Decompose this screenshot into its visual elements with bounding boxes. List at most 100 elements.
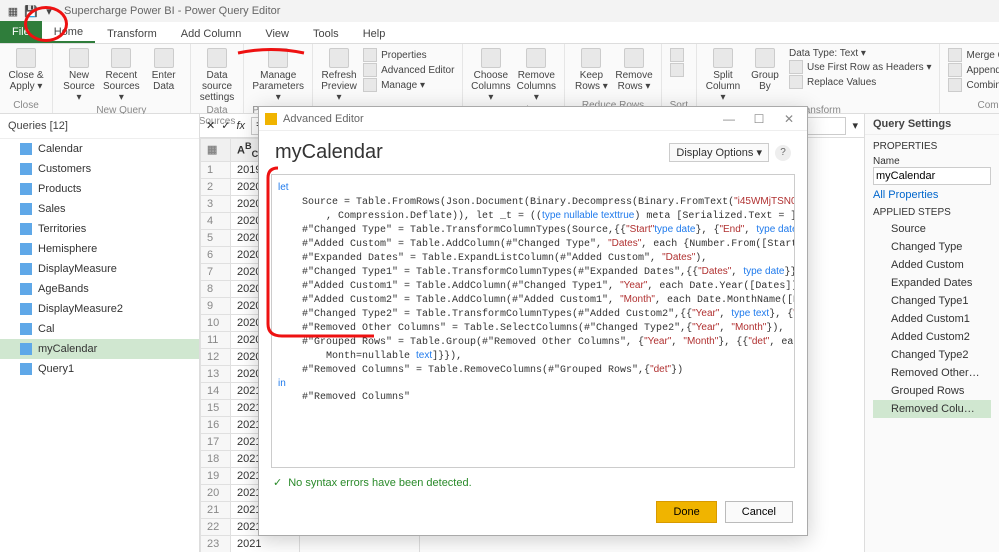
applied-step[interactable]: Source bbox=[873, 220, 991, 238]
query-item[interactable]: Sales bbox=[0, 199, 199, 219]
group-by-button[interactable]: Group By bbox=[747, 48, 783, 92]
query-name-input[interactable] bbox=[873, 167, 991, 185]
applied-steps-list[interactable]: SourceChanged TypeAdded CustomExpanded D… bbox=[873, 220, 991, 418]
sort-desc-button[interactable] bbox=[670, 63, 684, 77]
applied-step[interactable]: Changed Type bbox=[873, 238, 991, 256]
row-number: 19 bbox=[201, 467, 231, 484]
syntax-message: No syntax errors have been detected. bbox=[288, 477, 471, 489]
row-number: 20 bbox=[201, 484, 231, 501]
query-item[interactable]: Customers bbox=[0, 159, 199, 179]
applied-step[interactable]: Expanded Dates bbox=[873, 274, 991, 292]
dropdown-icon[interactable]: ▾ bbox=[42, 4, 56, 18]
replace-values-button[interactable]: Replace Values bbox=[789, 75, 932, 89]
maximize-icon[interactable]: ☐ bbox=[747, 112, 771, 126]
query-item[interactable]: Calendar bbox=[0, 139, 199, 159]
query-item[interactable]: Query1 bbox=[0, 359, 199, 379]
group-close-label: Close bbox=[8, 100, 44, 111]
ribbon: Close & Apply ▾ Close New Source ▾ Recen… bbox=[0, 44, 999, 114]
applied-step[interactable]: Grouped Rows bbox=[873, 382, 991, 400]
name-label: Name bbox=[873, 156, 991, 167]
tab-view[interactable]: View bbox=[253, 25, 301, 43]
cancel-button[interactable]: Cancel bbox=[725, 501, 793, 523]
append-queries-button[interactable]: Append Queries ▾ bbox=[948, 63, 999, 77]
row-number: 5 bbox=[201, 229, 231, 246]
done-button[interactable]: Done bbox=[656, 501, 716, 523]
applied-steps-label: APPLIED STEPS bbox=[873, 207, 991, 218]
close-apply-button[interactable]: Close & Apply ▾ bbox=[8, 48, 44, 92]
advanced-editor-button[interactable]: Advanced Editor bbox=[363, 63, 454, 77]
display-options-dropdown[interactable]: Display Options ▾ bbox=[669, 143, 769, 162]
close-formula-icon[interactable]: ✕ bbox=[206, 119, 215, 132]
dialog-title: Advanced Editor bbox=[283, 113, 364, 125]
sort-asc-button[interactable] bbox=[670, 48, 684, 62]
tab-tools[interactable]: Tools bbox=[301, 25, 351, 43]
manage-button[interactable]: Manage ▾ bbox=[363, 78, 454, 92]
cell-year[interactable]: 2021 bbox=[231, 535, 300, 552]
new-source-button[interactable]: New Source ▾ bbox=[61, 48, 97, 103]
row-number: 22 bbox=[201, 518, 231, 535]
save-icon[interactable]: 💾 bbox=[24, 4, 38, 18]
dialog-heading: myCalendar bbox=[275, 141, 383, 164]
row-number: 16 bbox=[201, 416, 231, 433]
query-item[interactable]: Hemisphere bbox=[0, 239, 199, 259]
data-type-dropdown[interactable]: Data Type: Text ▾ bbox=[789, 48, 932, 59]
row-number: 4 bbox=[201, 212, 231, 229]
choose-columns-button[interactable]: Choose Columns ▾ bbox=[471, 48, 510, 103]
all-properties-link[interactable]: All Properties bbox=[873, 189, 991, 201]
query-item[interactable]: DisplayMeasure bbox=[0, 259, 199, 279]
tab-home[interactable]: Home bbox=[42, 23, 95, 43]
applied-step[interactable]: Added Custom1 bbox=[873, 310, 991, 328]
close-dialog-icon[interactable]: ✕ bbox=[777, 112, 801, 126]
applied-step[interactable]: Changed Type2 bbox=[873, 346, 991, 364]
applied-step[interactable]: Added Custom2 bbox=[873, 328, 991, 346]
recent-sources-button[interactable]: Recent Sources ▾ bbox=[103, 48, 140, 103]
row-number: 17 bbox=[201, 433, 231, 450]
quick-access-toolbar: ▦ 💾 ▾ bbox=[6, 4, 56, 18]
remove-columns-button[interactable]: Remove Columns ▾ bbox=[516, 48, 556, 103]
row-number: 21 bbox=[201, 501, 231, 518]
row-number: 1 bbox=[201, 161, 231, 178]
merge-queries-button[interactable]: Merge Queries ▾ bbox=[948, 48, 999, 62]
manage-parameters-button[interactable]: Manage Parameters ▾ bbox=[252, 48, 304, 103]
code-editor[interactable]: let Source = Table.FromRows(Json.Documen… bbox=[271, 174, 795, 468]
file-tab[interactable]: File bbox=[0, 21, 42, 43]
query-item[interactable]: AgeBands bbox=[0, 279, 199, 299]
keep-rows-button[interactable]: Keep Rows ▾ bbox=[573, 48, 609, 92]
query-item[interactable]: myCalendar bbox=[0, 339, 199, 359]
minimize-icon[interactable]: — bbox=[717, 112, 741, 126]
row-number: 23 bbox=[201, 535, 231, 552]
applied-step[interactable]: Removed Other Co bbox=[873, 364, 991, 382]
applied-step[interactable]: Removed Columns bbox=[873, 400, 991, 418]
query-item[interactable]: Products bbox=[0, 179, 199, 199]
split-column-button[interactable]: Split Column ▾ bbox=[705, 48, 741, 103]
applied-step[interactable]: Changed Type1 bbox=[873, 292, 991, 310]
combine-files-button[interactable]: Combine Files bbox=[948, 78, 999, 92]
formula-dropdown-icon[interactable]: ▾ bbox=[852, 119, 858, 132]
applied-step[interactable]: Added Custom bbox=[873, 256, 991, 274]
corner-cell: ▦ bbox=[201, 139, 231, 162]
syntax-status: ✓ No syntax errors have been detected. bbox=[259, 472, 807, 493]
cell-extra[interactable] bbox=[299, 535, 419, 552]
advanced-editor-dialog: Advanced Editor — ☐ ✕ myCalendar Display… bbox=[258, 106, 808, 536]
first-row-headers-button[interactable]: Use First Row as Headers ▾ bbox=[789, 60, 932, 74]
data-source-settings-button[interactable]: Data source settings bbox=[199, 48, 236, 103]
tab-add-column[interactable]: Add Column bbox=[169, 25, 254, 43]
query-item[interactable]: Cal bbox=[0, 319, 199, 339]
app-icon: ▦ bbox=[6, 4, 20, 18]
fx-label: fx bbox=[236, 120, 245, 132]
query-settings-title: Query Settings bbox=[865, 114, 999, 135]
help-icon[interactable]: ? bbox=[775, 145, 791, 161]
row-number: 13 bbox=[201, 365, 231, 382]
query-item[interactable]: Territories bbox=[0, 219, 199, 239]
tab-transform[interactable]: Transform bbox=[95, 25, 169, 43]
properties-button[interactable]: Properties bbox=[363, 48, 454, 62]
dialog-titlebar: Advanced Editor — ☐ ✕ bbox=[259, 107, 807, 131]
tab-help[interactable]: Help bbox=[351, 25, 398, 43]
enter-data-button[interactable]: Enter Data bbox=[146, 48, 182, 92]
check-icon: ✓ bbox=[273, 476, 282, 489]
queries-list[interactable]: CalendarCustomersProductsSalesTerritorie… bbox=[0, 139, 199, 552]
remove-rows-button[interactable]: Remove Rows ▾ bbox=[615, 48, 652, 92]
query-item[interactable]: DisplayMeasure2 bbox=[0, 299, 199, 319]
refresh-preview-button[interactable]: Refresh Preview ▾ bbox=[321, 48, 357, 103]
check-formula-icon[interactable]: ✓ bbox=[221, 119, 230, 132]
